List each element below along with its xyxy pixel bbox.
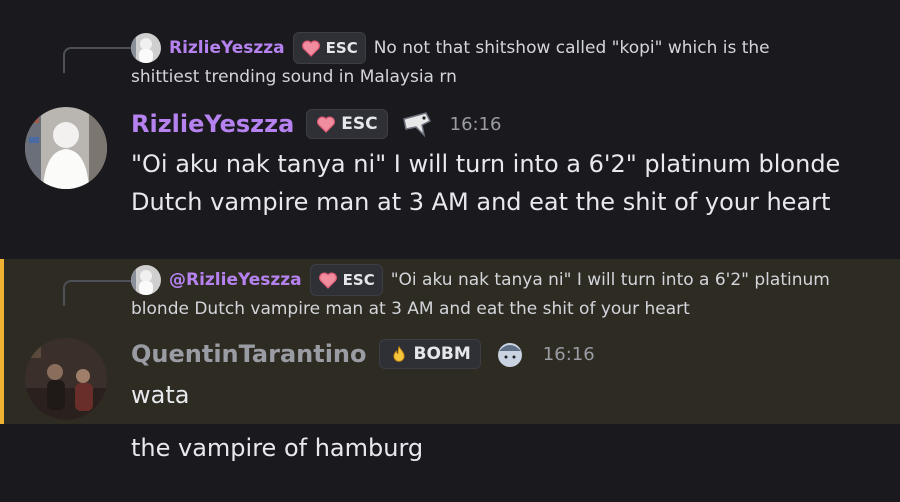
reply-avatar[interactable] <box>131 33 161 63</box>
author-name[interactable]: QuentinTarantino <box>131 340 367 368</box>
message-1: RizlieYeszza ESC No not that shitshow ca… <box>0 0 900 240</box>
reply-text: No not that shitshow called "kopi" which… <box>373 38 770 58</box>
clan-tag[interactable]: ESC <box>309 264 383 296</box>
avatar[interactable] <box>25 338 107 420</box>
message-line: wata <box>131 381 190 409</box>
author-name[interactable]: RizlieYeszza <box>131 110 294 138</box>
reply-text-cont: blonde Dutch vampire man at 3 AM and eat… <box>131 299 690 319</box>
message-line: Dutch vampire man at 3 AM and eat the sh… <box>131 188 831 216</box>
reply-connector <box>63 47 133 73</box>
message-content: "Oi aku nak tanya ni" I will turn into a… <box>131 145 840 221</box>
timestamp[interactable]: 16:16 <box>450 114 502 135</box>
heart-icon <box>317 116 336 133</box>
reply-preview[interactable]: RizlieYeszza ESC No not that shitshow ca… <box>131 32 870 90</box>
message-2: @RizlieYeszza ESC "Oi aku nak tanya ni" … <box>0 259 900 424</box>
cap-badge-icon[interactable] <box>493 339 527 369</box>
message-line: "Oi aku nak tanya ni" I will turn into a… <box>131 150 841 178</box>
heart-icon <box>301 40 320 57</box>
reply-text-cont: shittiest trending sound in Malaysia rn <box>131 67 457 87</box>
heart-icon <box>318 272 337 289</box>
fire-icon <box>392 345 405 362</box>
bird-badge-icon[interactable] <box>400 109 434 139</box>
reply-preview[interactable]: @RizlieYeszza ESC "Oi aku nak tanya ni" … <box>131 264 870 322</box>
reply-text: "Oi aku nak tanya ni" I will turn into a… <box>390 270 830 290</box>
avatar[interactable] <box>25 107 107 189</box>
reply-connector <box>63 280 133 306</box>
clan-tag[interactable]: BOBM <box>378 339 481 369</box>
timestamp[interactable]: 16:16 <box>543 344 595 365</box>
reply-author[interactable]: RizlieYeszza <box>169 35 285 61</box>
reply-mention[interactable]: @RizlieYeszza <box>169 267 302 293</box>
clan-tag[interactable]: ESC <box>292 32 366 64</box>
message-content: wata <box>131 376 189 414</box>
reply-avatar[interactable] <box>131 265 161 295</box>
followup-message: the vampire of hamburg <box>131 434 424 462</box>
clan-tag[interactable]: ESC <box>306 109 388 139</box>
